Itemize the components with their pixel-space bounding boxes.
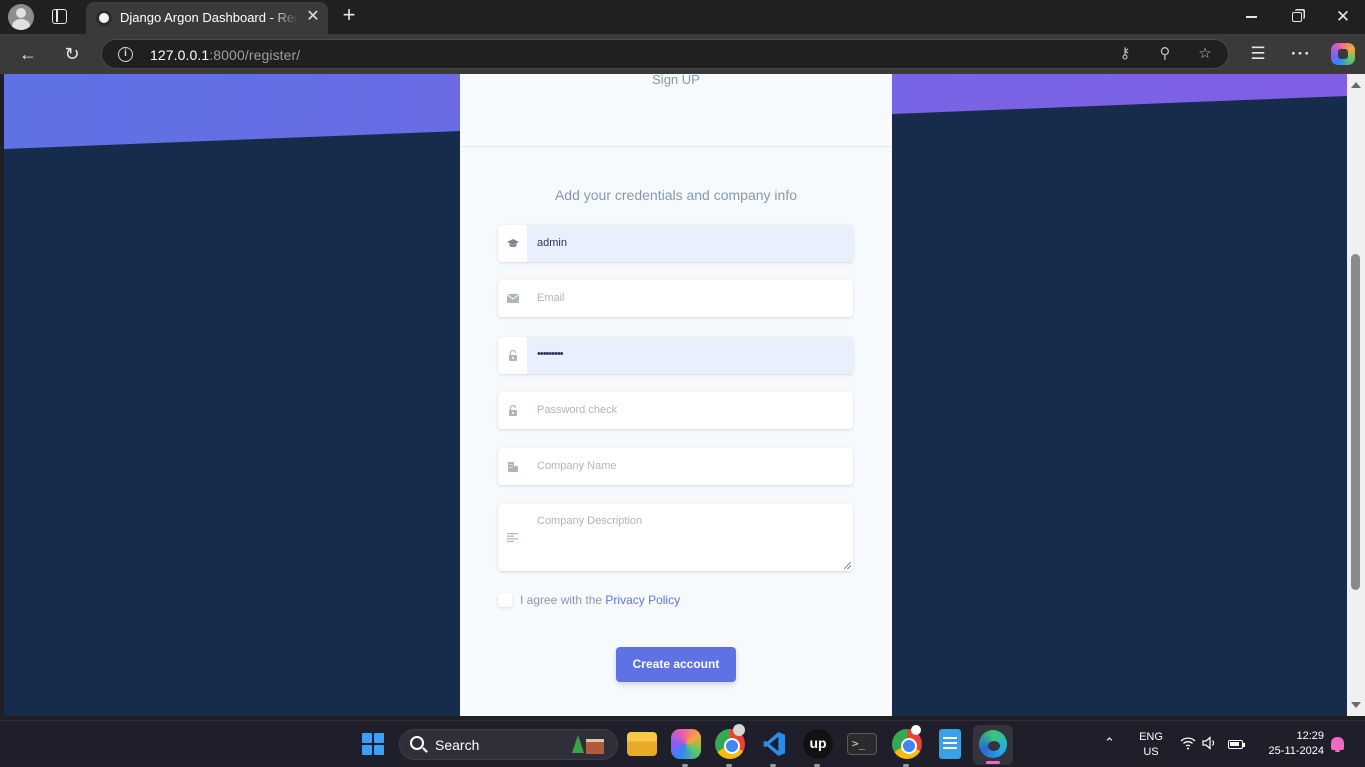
scroll-up-icon[interactable]: [1351, 82, 1361, 88]
lock-icon: [498, 337, 527, 374]
form-subtitle: Add your credentials and company info: [554, 187, 798, 203]
clock-time: 12:29: [1296, 730, 1324, 742]
battery-icon[interactable]: [1228, 736, 1246, 752]
company-description-field[interactable]: Company Description: [498, 504, 853, 571]
back-icon[interactable]: ←: [16, 42, 40, 66]
privacy-policy-link[interactable]: Privacy Policy: [605, 593, 680, 607]
tab-close-icon[interactable]: ✕: [304, 8, 322, 26]
tab-title: Django Argon Dashboard - Register: [120, 10, 298, 25]
taskbar-search[interactable]: Search: [399, 729, 618, 760]
more-icon[interactable]: ···: [1289, 42, 1313, 66]
address-bar[interactable]: i 127.0.0.1:8000/register/ ⚷ ⚲ ☆: [101, 39, 1229, 69]
language-primary: ENG: [1139, 731, 1163, 743]
envelope-icon: [498, 280, 527, 317]
chrome-profile-icon[interactable]: [892, 725, 922, 767]
clock-date: 25-11-2024: [1268, 745, 1324, 757]
password-field[interactable]: •••••••••: [498, 337, 853, 374]
maximize-button[interactable]: [1274, 4, 1320, 30]
company-name-placeholder: Company Name: [537, 460, 617, 472]
upwork-icon[interactable]: up: [803, 729, 833, 767]
search-icon: [410, 736, 424, 750]
language-indicator[interactable]: ENG US: [1138, 730, 1164, 760]
edge-icon: [979, 730, 1007, 758]
scroll-thumb[interactable]: [1351, 254, 1360, 590]
edge-taskbar-button[interactable]: [973, 725, 1013, 765]
signup-title: Sign UP: [652, 74, 700, 87]
file-explorer-icon[interactable]: [627, 732, 657, 756]
email-field[interactable]: Email: [498, 280, 853, 317]
taskbar: Search up >_ ⌃ ENG US 12:29 25-11-2024: [0, 720, 1365, 767]
zoom-out-icon[interactable]: ⚲: [1156, 45, 1174, 63]
tab-register[interactable]: Django Argon Dashboard - Register ✕: [86, 2, 328, 34]
favorite-star-icon[interactable]: ☆: [1196, 45, 1214, 63]
email-placeholder: Email: [537, 292, 565, 304]
vscode-icon[interactable]: [759, 729, 789, 767]
url-path: :8000/register/: [209, 47, 301, 63]
clock[interactable]: 12:29 25-11-2024: [1258, 729, 1324, 759]
search-label: Search: [435, 737, 480, 753]
notification-bell-icon[interactable]: [1331, 737, 1344, 752]
notepad-icon[interactable]: [939, 729, 961, 759]
terminal-icon[interactable]: >_: [847, 733, 877, 755]
agree-label: I agree with the Privacy Policy: [520, 593, 680, 607]
username-field[interactable]: admin: [498, 225, 853, 262]
windows-start-icon[interactable]: [362, 733, 384, 755]
url-text[interactable]: 127.0.0.1:8000/register/: [150, 47, 300, 63]
password-check-field[interactable]: Password check: [498, 392, 853, 429]
lock-icon: [498, 392, 527, 429]
password-key-icon[interactable]: ⚷: [1116, 45, 1134, 63]
chevron-up-icon[interactable]: ⌃: [1104, 735, 1115, 751]
url-host: 127.0.0.1: [150, 47, 210, 63]
language-secondary: US: [1143, 746, 1159, 758]
create-account-button[interactable]: Create account: [616, 647, 736, 682]
favicon-icon: [96, 10, 112, 26]
agree-text: I agree with the: [520, 593, 603, 607]
minimize-button[interactable]: [1228, 4, 1274, 30]
tab-actions-icon[interactable]: [52, 9, 67, 24]
active-indicator: [986, 761, 1000, 764]
resize-handle[interactable]: [844, 562, 851, 569]
upwork-glyph: up: [809, 735, 827, 751]
company-name-field[interactable]: Company Name: [498, 448, 853, 485]
terminal-glyph: >_: [852, 737, 866, 750]
company-description-placeholder: Company Description: [537, 515, 643, 527]
new-tab-button[interactable]: +: [338, 4, 360, 28]
favorites-icon[interactable]: ☰: [1246, 42, 1270, 66]
page-scrollbar[interactable]: [1347, 74, 1365, 716]
password-check-placeholder: Password check: [537, 404, 618, 416]
password-value: •••••••••: [537, 348, 564, 360]
graduation-cap-icon: [498, 225, 527, 262]
building-icon: [498, 448, 527, 485]
align-left-icon: [498, 504, 527, 571]
title-bar: Django Argon Dashboard - Register ✕ + ✕: [0, 0, 1365, 34]
wifi-icon[interactable]: [1180, 736, 1196, 752]
volume-icon[interactable]: [1202, 736, 1218, 752]
site-info-icon[interactable]: i: [118, 47, 133, 62]
scroll-down-icon[interactable]: [1351, 702, 1361, 708]
search-highlight-icon: [572, 735, 608, 755]
username-value: admin: [537, 237, 567, 249]
navigation-bar: ← ↻ i 127.0.0.1:8000/register/ ⚷ ⚲ ☆ ☰ ·…: [0, 34, 1365, 74]
page-viewport: Sign UP Add your credentials and company…: [4, 74, 1347, 716]
chrome-icon[interactable]: [715, 724, 745, 767]
privacy-checkbox[interactable]: [498, 593, 512, 607]
card-header: Sign UP: [460, 74, 892, 147]
close-window-button[interactable]: ✕: [1320, 4, 1365, 30]
register-card: Sign UP Add your credentials and company…: [460, 74, 892, 716]
copilot-app-icon[interactable]: [671, 729, 701, 767]
profile-icon[interactable]: [8, 4, 34, 30]
copilot-icon[interactable]: [1331, 43, 1355, 65]
refresh-icon[interactable]: ↻: [60, 42, 84, 66]
